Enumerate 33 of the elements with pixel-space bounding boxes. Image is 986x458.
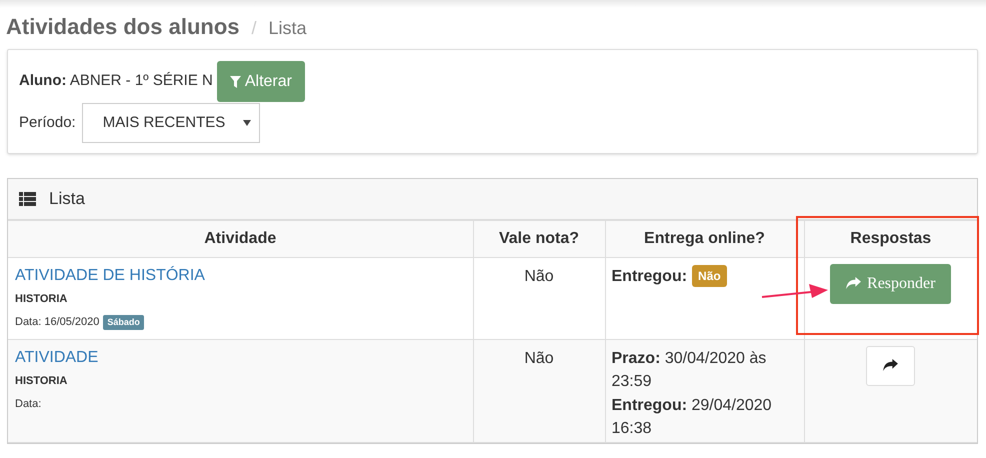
delivery-text: Prazo: 30/04/2020 às 23:59 (612, 348, 768, 392)
column-header: Respostas (804, 221, 977, 257)
status-badge: Não (692, 264, 727, 286)
period-label: Período: (19, 112, 76, 133)
graded-text: Não (524, 268, 554, 284)
date-text: Data: (15, 397, 42, 412)
graded-text: Não (524, 350, 554, 366)
dropdown-caret-icon (242, 120, 251, 126)
filter-icon (230, 76, 241, 88)
change-button[interactable]: Alterar (216, 61, 305, 102)
delivery-text: Entregou: 29/04/2020 16:38 (612, 396, 773, 438)
subject-text: HISTORIA (15, 292, 68, 306)
panel-title: Lista (49, 188, 85, 210)
breadcrumb-separator: / (252, 17, 257, 40)
date-text: Data: 16/05/2020 (15, 315, 100, 330)
student-text: Aluno: ABNER - 1º SÉRIE N (19, 71, 213, 92)
activity-link[interactable]: ATIVIDADE (15, 346, 98, 370)
respond-button[interactable]: Responder (830, 264, 952, 304)
share-arrow-icon (846, 277, 862, 290)
period-select[interactable]: MAIS RECENTES (82, 103, 260, 143)
share-arrow-icon (883, 359, 898, 372)
delivery-text: Entregou: (612, 266, 688, 286)
breadcrumb-current: Lista (268, 17, 307, 40)
page-title: Atividades dos alunos (6, 13, 240, 41)
column-header: Atividade (8, 221, 473, 257)
weekday-badge: Sábado (103, 314, 144, 330)
column-header: Vale nota? (473, 221, 605, 257)
pointer-arrow (761, 283, 829, 300)
list-icon (19, 192, 36, 206)
column-header: Entrega online? (605, 221, 804, 257)
subject-text: HISTORIA (15, 374, 68, 388)
reply-icon-button[interactable] (866, 346, 916, 386)
activity-link[interactable]: ATIVIDADE DE HISTÓRIA (15, 264, 205, 288)
